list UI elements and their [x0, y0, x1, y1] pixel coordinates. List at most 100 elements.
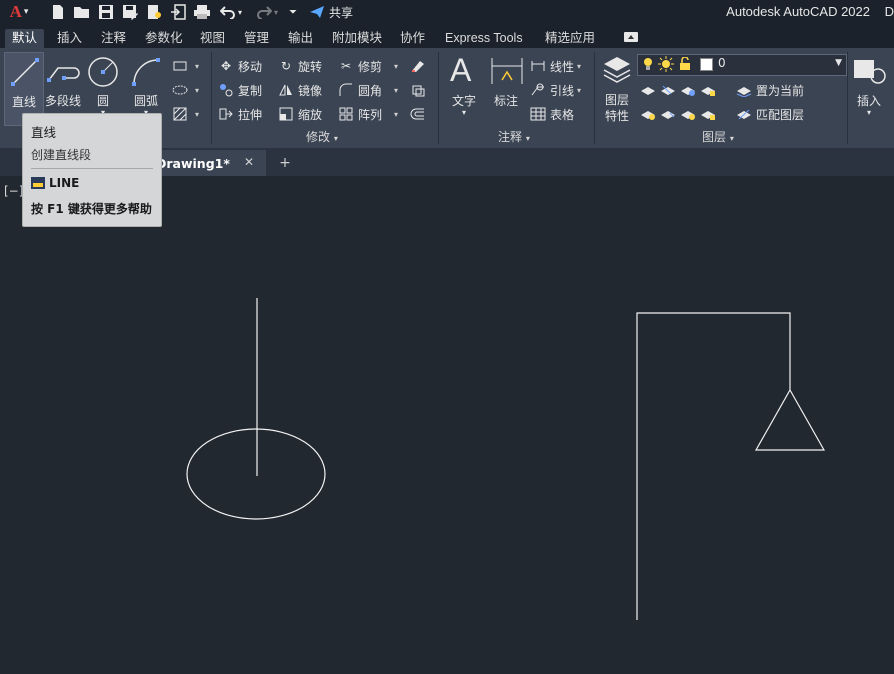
redo-icon: [257, 6, 272, 19]
triangle-shape[interactable]: [754, 388, 826, 451]
tab-manage[interactable]: 管理: [244, 29, 269, 48]
tab-addins[interactable]: 附加模块: [332, 29, 382, 48]
minimize-ribbon-button[interactable]: [624, 32, 638, 42]
print-icon[interactable]: [192, 2, 212, 22]
ellipse-button[interactable]: ▾: [172, 80, 199, 100]
tab-featured-apps[interactable]: 精选应用: [545, 29, 595, 48]
chevron-down-icon: ▾: [866, 108, 871, 117]
annotation-panel-title[interactable]: 注释 ▾: [498, 128, 530, 146]
array-icon: [338, 106, 354, 122]
move-button[interactable]: ✥ 移动: [218, 56, 262, 76]
stretch-button[interactable]: 拉伸: [218, 104, 262, 124]
layer-stack-icon: [603, 57, 631, 83]
rectangle-button[interactable]: ▾: [172, 56, 199, 76]
linear-button[interactable]: 线性 ▾: [530, 56, 581, 76]
sun-icon: [658, 56, 674, 75]
explode-button[interactable]: [410, 80, 430, 100]
mirror-icon: [278, 82, 294, 98]
line-label: 直线: [11, 95, 36, 109]
move-icon: ✥: [220, 59, 232, 73]
scissors-icon: ✂: [340, 59, 352, 73]
line-tool-icon: [11, 58, 39, 86]
set-current-button[interactable]: 置为当前: [736, 80, 804, 100]
scale-button[interactable]: 缩放: [278, 104, 322, 124]
modify-panel-title[interactable]: 修改 ▾: [306, 128, 338, 146]
export-icon[interactable]: [168, 2, 188, 22]
leader-button[interactable]: 引线 ▾: [530, 80, 581, 100]
leader-icon: [530, 82, 546, 98]
new-file-icon[interactable]: [48, 2, 68, 22]
layer-dropdown[interactable]: 0 ▼: [637, 54, 847, 76]
insert-label: 插入: [856, 94, 881, 108]
tab-parametric[interactable]: 参数化: [145, 29, 183, 48]
layer-on-icon[interactable]: [640, 106, 656, 122]
tab-collaborate[interactable]: 协作: [400, 29, 425, 48]
stretch-icon: [218, 106, 234, 122]
erase-button[interactable]: [410, 56, 430, 76]
tab-annotate[interactable]: 注释: [101, 29, 126, 48]
circle-tool-icon: [88, 57, 118, 87]
tab-output[interactable]: 输出: [288, 29, 313, 48]
linear-dimension-icon: [530, 58, 546, 74]
open-folder-icon[interactable]: [72, 2, 92, 22]
triangle-up-icon: [628, 35, 634, 39]
layer-unlock-icon[interactable]: [700, 106, 716, 122]
layer-lock-icon[interactable]: [700, 82, 716, 98]
table-button[interactable]: 表格: [530, 104, 574, 124]
app-title: Autodesk AutoCAD 2022: [726, 4, 870, 19]
match-layer-button[interactable]: 匹配图层: [736, 104, 804, 124]
undo-button[interactable]: ▾: [216, 2, 246, 22]
drawing-canvas[interactable]: [0, 176, 894, 674]
tab-express-tools[interactable]: Express Tools: [445, 29, 523, 48]
share-button[interactable]: 共享: [306, 2, 356, 22]
panel-separator: [211, 52, 212, 144]
layer-tools-row-1: [640, 80, 720, 100]
dimension-button[interactable]: 标注: [486, 52, 526, 124]
panel-separator: [438, 52, 439, 144]
layer-freeze-icon[interactable]: [680, 82, 696, 98]
gallows-polyline[interactable]: [636, 312, 791, 620]
polyline-icon: [47, 67, 80, 82]
offset-button[interactable]: [410, 104, 430, 124]
undo-icon: [219, 6, 235, 19]
rectangle-icon: [172, 58, 188, 74]
fillet-icon: [338, 82, 354, 98]
new-tab-button[interactable]: +: [276, 155, 294, 171]
trim-button[interactable]: ✂ 修剪 ▾: [338, 56, 398, 76]
layer-off-icon[interactable]: [640, 82, 656, 98]
tab-insert[interactable]: 插入: [57, 29, 82, 48]
tab-view[interactable]: 视图: [200, 29, 225, 48]
ellipse-shape[interactable]: [186, 428, 326, 520]
customize-toolbar-icon[interactable]: ⏷: [286, 2, 300, 22]
hatch-button[interactable]: ▾: [172, 104, 199, 124]
copy-button[interactable]: 复制: [218, 80, 262, 100]
layers-panel-title[interactable]: 图层 ▾: [702, 128, 734, 146]
rotate-button[interactable]: ↻ 旋转: [278, 56, 322, 76]
command-icon: [31, 177, 45, 189]
layer-thaw-icon[interactable]: [680, 106, 696, 122]
current-layer-name: 0: [718, 56, 726, 70]
layer-properties-button[interactable]: 图层 特性: [598, 52, 636, 128]
polyline-label: 多段线: [44, 94, 81, 108]
layer-isolate-icon[interactable]: [660, 82, 676, 98]
mirror-button[interactable]: 镜像: [278, 80, 322, 100]
plot-preview-icon[interactable]: [144, 2, 164, 22]
autocad-logo-icon: A: [9, 2, 22, 21]
chevron-down-icon: ▼: [835, 58, 842, 68]
fillet-button[interactable]: 圆角 ▾: [338, 80, 398, 100]
table-icon: [530, 106, 546, 122]
drawing-tab-label: Drawing1*: [156, 156, 230, 171]
insert-block-button[interactable]: 插入 ▾: [850, 52, 888, 124]
set-current-layer-icon: [736, 82, 752, 98]
dimension-label: 标注: [493, 94, 518, 108]
redo-button[interactable]: ▾: [252, 2, 282, 22]
close-icon[interactable]: ✕: [244, 155, 254, 169]
tab-default[interactable]: 默认: [5, 29, 45, 48]
layer-unisolate-icon[interactable]: [660, 106, 676, 122]
tooltip-description: 创建直线段: [31, 148, 92, 162]
array-button[interactable]: 阵列 ▾: [338, 104, 398, 124]
save-as-icon[interactable]: [120, 2, 140, 22]
app-menu-button[interactable]: A ▾: [4, 2, 34, 22]
text-button[interactable]: A 文字 ▾: [444, 52, 484, 124]
save-icon[interactable]: [96, 2, 116, 22]
